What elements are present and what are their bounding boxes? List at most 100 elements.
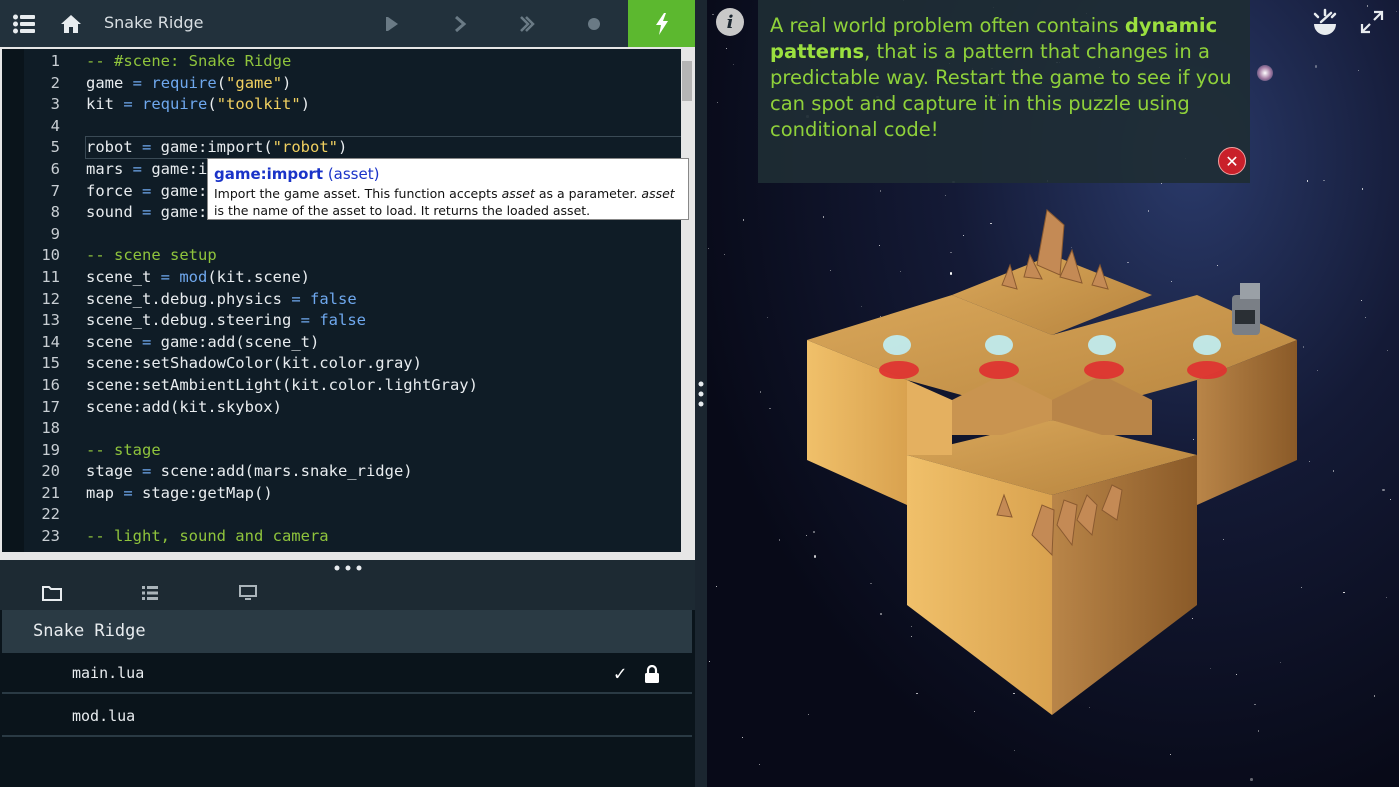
code-token: sound xyxy=(86,203,142,222)
play-icon[interactable] xyxy=(369,0,416,47)
tab-console[interactable] xyxy=(198,576,298,610)
project-title: Snake Ridge xyxy=(104,13,204,32)
close-icon[interactable]: ✕ xyxy=(1218,147,1246,175)
code-line[interactable]: 10 -- scene setup xyxy=(24,245,693,267)
star xyxy=(1333,470,1335,472)
code-token: ( xyxy=(207,95,217,114)
code-line[interactable]: 15 scene:setShadowColor(kit.color.gray) xyxy=(24,353,693,375)
star xyxy=(766,316,768,318)
line-number: 11 xyxy=(41,267,60,286)
code-line[interactable]: 5 robot = game:import("robot") xyxy=(24,137,693,159)
code-token: scene:setAmbientLight(kit.color.lightGra… xyxy=(86,375,478,394)
code-line[interactable]: 3 kit = require("toolkit") xyxy=(24,94,693,116)
code-token: robot xyxy=(86,138,142,157)
star xyxy=(944,194,946,196)
step-fast-icon[interactable] xyxy=(503,0,550,47)
folder-icon xyxy=(42,586,62,601)
scrollbar-thumb[interactable] xyxy=(682,61,692,101)
tab-outline[interactable] xyxy=(100,576,200,610)
star xyxy=(1308,461,1311,463)
fullscreen-icon[interactable] xyxy=(1358,8,1386,36)
code-line[interactable]: 19 -- stage xyxy=(24,440,693,462)
line-number: 6 xyxy=(50,159,60,178)
line-number: 14 xyxy=(41,332,60,351)
line-number: 16 xyxy=(41,375,60,394)
code-line[interactable]: 2 game = require("game") xyxy=(24,73,693,95)
file-item-mod[interactable]: mod.lua xyxy=(2,696,692,737)
star xyxy=(732,64,734,66)
code-token: = xyxy=(142,203,152,222)
code-token: game:i xyxy=(142,159,208,178)
line-number: 7 xyxy=(50,181,60,200)
code-lines[interactable]: 1 -- #scene: Snake Ridge 2 game = require("… xyxy=(24,51,693,548)
line-number: 15 xyxy=(41,354,60,373)
home-icon[interactable] xyxy=(47,0,94,47)
code-token: mod xyxy=(179,267,208,286)
code-line[interactable]: 23 -- light, sound and camera xyxy=(24,526,693,548)
code-line[interactable]: 22 xyxy=(24,504,693,526)
file-name: main.lua xyxy=(72,664,145,682)
star xyxy=(779,539,781,541)
code-line[interactable]: 1 -- #scene: Snake Ridge xyxy=(24,51,693,73)
code-token: force xyxy=(86,181,142,200)
code-token: "robot" xyxy=(272,138,338,157)
brightness-icon[interactable] xyxy=(1311,8,1339,36)
code-token: ) xyxy=(338,138,348,157)
file-name: mod.lua xyxy=(72,707,136,725)
code-token: map xyxy=(86,483,124,502)
project-folder[interactable]: Snake Ridge xyxy=(2,610,692,653)
code-token: game:import( xyxy=(151,138,273,157)
code-line[interactable]: 20 stage = scene:add(mars.snake_ridge) xyxy=(24,461,693,483)
file-item-main[interactable]: main.lua ✓ xyxy=(2,653,692,694)
line-number: 5 xyxy=(50,138,60,157)
star xyxy=(708,247,710,250)
vertical-scrollbar[interactable] xyxy=(681,49,693,562)
code-line[interactable]: 9 xyxy=(24,224,693,246)
code-editor[interactable]: 1 -- #scene: Snake Ridge 2 game = require("… xyxy=(0,47,695,564)
code-token: = xyxy=(123,95,133,114)
code-token: false xyxy=(310,289,357,308)
line-number: 23 xyxy=(41,527,60,546)
code-token: false xyxy=(319,311,366,330)
star xyxy=(1250,778,1253,781)
code-token: kit xyxy=(86,95,124,114)
info-icon[interactable]: i xyxy=(716,8,744,36)
line-number: 21 xyxy=(41,483,60,502)
code-token: scene:setShadowColor(kit.color.gray) xyxy=(86,354,422,373)
star xyxy=(715,585,717,588)
code-token: = xyxy=(123,483,133,502)
editor-gutter xyxy=(2,49,24,562)
panel-resize-handle[interactable] xyxy=(0,560,695,576)
code-token: ) xyxy=(282,73,292,92)
record-icon[interactable] xyxy=(570,0,617,47)
star xyxy=(1303,346,1305,348)
code-line[interactable]: 14 scene = game:add(scene_t) xyxy=(24,332,693,354)
code-token: = xyxy=(142,181,152,200)
code-token: = xyxy=(300,311,310,330)
code-line[interactable]: 18 xyxy=(24,418,693,440)
code-line[interactable]: 4 xyxy=(24,116,693,138)
code-token: -- light, sound and camera xyxy=(86,527,329,546)
star xyxy=(1382,488,1385,492)
code-line[interactable]: 11 scene_t = mod(kit.scene) xyxy=(24,267,693,289)
line-number: 17 xyxy=(41,397,60,416)
autocomplete-tooltip: game:import (asset) Import the game asse… xyxy=(207,158,689,220)
split-divider[interactable] xyxy=(695,0,707,787)
code-line[interactable]: 21 map = stage:getMap() xyxy=(24,483,693,505)
star xyxy=(759,763,761,765)
menu-icon[interactable] xyxy=(0,0,47,47)
code-line[interactable]: 16 scene:setAmbientLight(kit.color.lightG… xyxy=(24,375,693,397)
code-token: scene_t xyxy=(86,267,161,286)
tab-files[interactable] xyxy=(2,576,102,610)
code-line[interactable]: 12 scene_t.debug.physics = false xyxy=(24,289,693,311)
run-button[interactable] xyxy=(628,0,695,47)
code-line[interactable]: 17 scene:add(kit.skybox) xyxy=(24,397,693,419)
monitor-icon xyxy=(239,585,257,600)
star xyxy=(712,14,714,16)
step-icon[interactable] xyxy=(436,0,483,47)
star xyxy=(1361,188,1363,190)
star xyxy=(1365,316,1367,319)
code-line[interactable]: 13 scene_t.debug.steering = false xyxy=(24,310,693,332)
code-token: game:add(scene_t) xyxy=(151,332,320,351)
